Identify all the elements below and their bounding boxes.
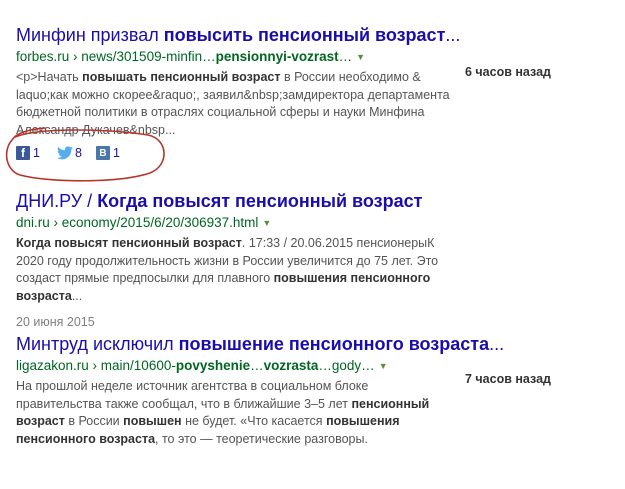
snippet-text: ... — [71, 288, 83, 303]
url-text: forbes.ru › news/301509-minfin… — [16, 49, 216, 64]
result-time: 6 часов назад — [465, 65, 551, 79]
snippet-text: На прошлой неделе источник агентства в с… — [16, 379, 369, 411]
search-result-forbes: Минфин призвал повысить пенсионный возра… — [16, 24, 460, 139]
url-text: dni.ru › economy/2015/6/20/306937.html — [16, 215, 259, 230]
facebook-share[interactable]: f 1 — [16, 146, 40, 160]
dropdown-arrow-icon[interactable]: ▼ — [356, 52, 365, 62]
title-highlight: повысить пенсионный возраст — [163, 25, 446, 45]
title-ellipsis: ... — [445, 25, 461, 45]
search-result-ligazakon: Минтруд исключил повышение пенсионного в… — [16, 333, 504, 448]
result-title-link[interactable]: Минфин призвал повысить пенсионный возра… — [16, 24, 460, 46]
result-date: 20 июня 2015 — [16, 315, 95, 329]
result-url[interactable]: forbes.ru › news/301509-minfin…pensionny… — [16, 48, 456, 66]
vk-count: 1 — [113, 146, 120, 160]
url-highlight: pensionnyi-vozrast — [215, 49, 339, 64]
facebook-icon: f — [16, 146, 30, 160]
result-title-link[interactable]: Минтруд исключил повышение пенсионного в… — [16, 333, 504, 355]
snippet-text: в России — [64, 414, 124, 428]
url-text: … — [250, 358, 264, 373]
result-url[interactable]: ligazakon.ru › main/10600-povyshenie…voz… — [16, 357, 456, 375]
title-highlight: Когда повысят пенсионный возраст — [97, 191, 423, 211]
search-result-dni: ДНИ.РУ / Когда повысят пенсионный возрас… — [16, 190, 456, 329]
twitter-icon — [57, 146, 73, 160]
twitter-count: 8 — [75, 146, 82, 160]
title-text: ДНИ.РУ / — [16, 191, 98, 211]
dropdown-arrow-icon[interactable]: ▼ — [379, 361, 388, 371]
result-time: 7 часов назад — [465, 372, 551, 386]
url-text: ligazakon.ru › main/10600- — [16, 358, 176, 373]
result-title-link[interactable]: ДНИ.РУ / Когда повысят пенсионный возрас… — [16, 190, 456, 212]
result-url[interactable]: dni.ru › economy/2015/6/20/306937.html ▼ — [16, 214, 456, 232]
vk-icon: B — [96, 146, 110, 160]
url-highlight: vozrasta — [263, 358, 319, 373]
snippet-text: не будет. «Что касается — [181, 414, 327, 428]
snippet-text: , то это — теоретические разговоры. — [155, 431, 368, 446]
snippet-highlight: повышать пенсионный возраст — [82, 70, 281, 84]
title-ellipsis: ... — [489, 334, 505, 354]
snippet-highlight: повышен — [123, 414, 182, 428]
snippet-highlight: Когда повысят пенсионный возраст — [16, 236, 242, 250]
result-snippet: <p>Начать повышать пенсионный возраст в … — [16, 69, 456, 139]
vk-share[interactable]: B 1 — [96, 146, 120, 160]
facebook-count: 1 — [33, 146, 40, 160]
twitter-share[interactable]: 8 — [57, 146, 82, 160]
url-highlight: povyshenie — [175, 358, 251, 373]
title-text: Минтруд исключил — [16, 334, 179, 354]
result-snippet: Когда повысят пенсионный возраст. 17:33 … — [16, 235, 456, 305]
dropdown-arrow-icon[interactable]: ▼ — [262, 218, 271, 228]
title-highlight: повышение пенсионного возраста — [178, 334, 490, 354]
snippet-text: <p>Начать — [16, 70, 83, 84]
title-text: Минфин призвал — [16, 25, 164, 45]
result-snippet: На прошлой неделе источник агентства в с… — [16, 378, 456, 448]
url-ellipsis: … — [338, 49, 353, 64]
url-ellipsis: …gody… — [318, 358, 375, 373]
